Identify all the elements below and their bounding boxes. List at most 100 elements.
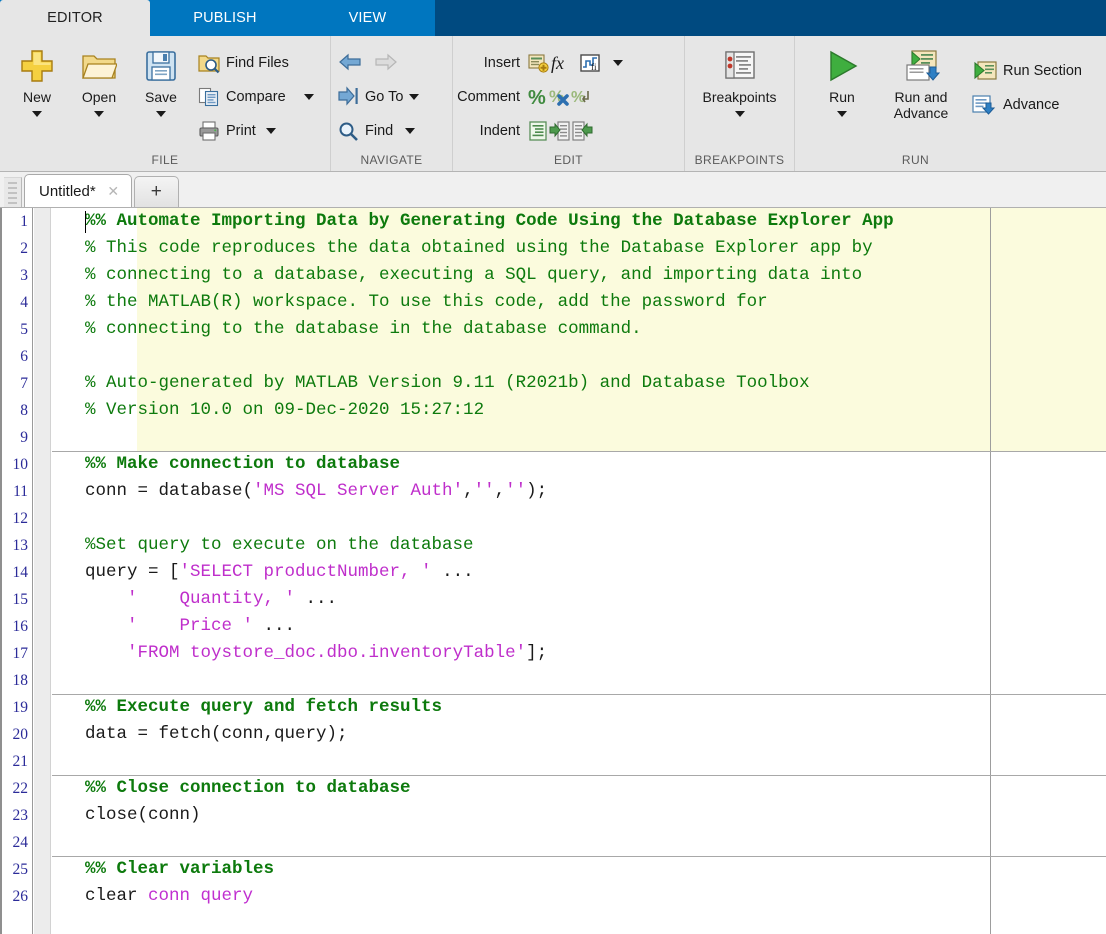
- advance-button[interactable]: Advance: [965, 88, 1088, 122]
- svg-text:fx: fx: [551, 53, 564, 73]
- code-line-text: ' Price ' ...: [85, 613, 295, 640]
- new-dropdown-caret-icon[interactable]: [32, 111, 42, 117]
- code-line[interactable]: 23close(conn): [0, 802, 1106, 829]
- indent-left-icon[interactable]: [571, 120, 593, 142]
- code-line[interactable]: 2% This code reproduces the data obtaine…: [0, 235, 1106, 262]
- code-line[interactable]: 18: [0, 667, 1106, 694]
- find-dropdown-caret-icon[interactable]: [405, 128, 415, 134]
- advance-icon: [971, 94, 997, 116]
- line-number: 25: [0, 856, 28, 883]
- compare-dropdown-caret-icon[interactable]: [304, 94, 314, 100]
- run-play-icon: [823, 46, 861, 86]
- code-line[interactable]: 22 %% Close connection to database: [0, 775, 1106, 802]
- line-number: 26: [0, 883, 28, 910]
- code-line[interactable]: 26clear conn query: [0, 883, 1106, 910]
- code-line[interactable]: 5% connecting to the database in the dat…: [0, 316, 1106, 343]
- ribbon-tab-view[interactable]: VIEW: [300, 0, 435, 36]
- find-files-button[interactable]: Find Files: [192, 46, 320, 80]
- open-dropdown-caret-icon[interactable]: [94, 111, 104, 117]
- add-tab-button[interactable]: +: [134, 176, 179, 207]
- line-number: 4: [0, 289, 28, 316]
- print-label: Print: [226, 123, 256, 139]
- go-to-dropdown-caret-icon[interactable]: [409, 94, 419, 100]
- insert-dropdown-caret-icon[interactable]: [613, 60, 623, 66]
- code-line[interactable]: 1%% Automate Importing Data by Generatin…: [0, 208, 1106, 235]
- code-line[interactable]: 9: [0, 424, 1106, 451]
- breakpoints-dropdown-caret-icon[interactable]: [735, 111, 745, 117]
- code-line[interactable]: 8% Version 10.0 on 09-Dec-2020 15:27:12: [0, 397, 1106, 424]
- indent-row: Indent: [453, 114, 684, 148]
- compare-button[interactable]: Compare: [192, 80, 320, 114]
- code-line-text: query = ['SELECT productNumber, ' ...: [85, 559, 474, 586]
- code-token: conn query: [148, 886, 253, 906]
- code-token: [85, 589, 127, 609]
- insert-figure-icon[interactable]: fi: [579, 52, 601, 74]
- code-line[interactable]: 19%% Execute query and fetch results: [0, 694, 1106, 721]
- print-dropdown-caret-icon[interactable]: [266, 128, 276, 134]
- ribbon-group-edit: Insert fx: [452, 36, 684, 171]
- code-token: conn = database(: [85, 481, 253, 501]
- code-line[interactable]: 12: [0, 505, 1106, 532]
- ribbon-tab-publish[interactable]: PUBLISH: [150, 0, 300, 36]
- line-number: 22: [0, 775, 28, 802]
- ribbon-tab-editor[interactable]: EDITOR: [0, 0, 150, 36]
- run-dropdown-caret-icon[interactable]: [837, 111, 847, 117]
- close-icon[interactable]: ✕: [106, 184, 121, 199]
- fx-function-icon[interactable]: fx: [549, 52, 579, 74]
- line-number: 14: [0, 559, 28, 586]
- code-line[interactable]: 6: [0, 343, 1106, 370]
- code-editor[interactable]: 1%% Automate Importing Data by Generatin…: [0, 208, 1106, 934]
- new-button[interactable]: New: [6, 40, 68, 117]
- code-line[interactable]: 10%% Make connection to database: [0, 451, 1106, 478]
- code-token: 'SELECT productNumber, ': [180, 562, 432, 582]
- code-token: ...: [432, 562, 474, 582]
- arrow-back-icon[interactable]: [337, 52, 363, 74]
- new-button-label: New: [23, 90, 51, 106]
- drag-grip-icon[interactable]: [4, 177, 22, 207]
- code-line[interactable]: 13%Set query to execute on the database: [0, 532, 1106, 559]
- code-line[interactable]: 17 'FROM toystore_doc.dbo.inventoryTable…: [0, 640, 1106, 667]
- percent-comment-icon[interactable]: %: [527, 86, 549, 108]
- code-line[interactable]: 21: [0, 748, 1106, 775]
- code-line[interactable]: 11conn = database('MS SQL Server Auth','…: [0, 478, 1106, 505]
- code-line[interactable]: 4% the MATLAB(R) workspace. To use this …: [0, 289, 1106, 316]
- insert-label: Insert: [453, 55, 527, 71]
- code-line[interactable]: 16 ' Price ' ...: [0, 613, 1106, 640]
- code-line-text: %% Close connection to database: [85, 775, 411, 802]
- code-line[interactable]: 25 %% Clear variables: [0, 856, 1106, 883]
- code-line[interactable]: 15 ' Quantity, ' ...: [0, 586, 1106, 613]
- code-token: % connecting to the database in the data…: [85, 319, 642, 339]
- file-small-commands: Find Files Compare: [192, 40, 320, 148]
- run-button[interactable]: Run: [807, 40, 877, 117]
- indent-label: Indent: [453, 123, 527, 139]
- file-tab-untitled[interactable]: Untitled* ✕: [24, 174, 132, 207]
- run-button-label: Run: [829, 90, 855, 106]
- save-button[interactable]: Save: [130, 40, 192, 117]
- code-line[interactable]: 7% Auto-generated by MATLAB Version 9.11…: [0, 370, 1106, 397]
- insert-section-icon[interactable]: [527, 52, 549, 74]
- ribbon-group-run-label: RUN: [795, 153, 1106, 171]
- ribbon-group-breakpoints: Breakpoints BREAKPOINTS: [684, 36, 794, 171]
- ribbon-group-navigate-label: NAVIGATE: [331, 153, 452, 171]
- uncomment-icon[interactable]: %: [549, 86, 571, 108]
- save-dropdown-caret-icon[interactable]: [156, 111, 166, 117]
- wrap-comment-icon[interactable]: %: [571, 86, 593, 108]
- breakpoints-button[interactable]: Breakpoints: [685, 40, 794, 117]
- code-line[interactable]: 24: [0, 829, 1106, 856]
- code-line[interactable]: 20data = fetch(conn,query);: [0, 721, 1106, 748]
- indent-right-icon[interactable]: [549, 120, 571, 142]
- new-file-plus-icon: [19, 46, 55, 86]
- code-line[interactable]: 3% connecting to a database, executing a…: [0, 262, 1106, 289]
- print-button[interactable]: Print: [192, 114, 320, 148]
- line-number: 20: [0, 721, 28, 748]
- open-button[interactable]: Open: [68, 40, 130, 117]
- line-number: 1: [0, 208, 28, 235]
- smart-indent-icon[interactable]: [527, 120, 549, 142]
- run-and-advance-button[interactable]: Run and Advance: [877, 40, 965, 121]
- code-line[interactable]: 14 query = ['SELECT productNumber, ' ...: [0, 559, 1106, 586]
- run-section-button[interactable]: Run Section: [965, 54, 1088, 88]
- code-token: ' Quantity, ': [127, 589, 295, 609]
- go-to-button[interactable]: Go To: [331, 80, 425, 114]
- find-button[interactable]: Find: [331, 114, 425, 148]
- code-line-text: %% Clear variables: [85, 856, 274, 883]
